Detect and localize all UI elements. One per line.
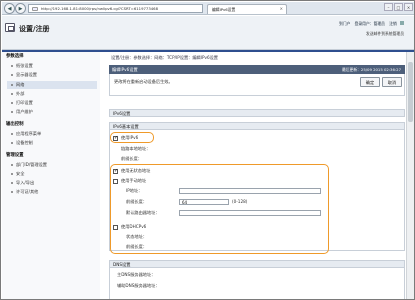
scrollbar-thumb[interactable]	[408, 62, 413, 122]
sidebar-section-management: 管理设置	[6, 153, 24, 158]
dns-secondary-label: 辅助DNS服务器地址：	[117, 283, 160, 288]
sidebar: 参数选择 纸张设置 显示器设置 网络 外部 打印设置 用户维护 输出控制 应用程…	[2, 52, 100, 299]
minimize-button[interactable]: –	[384, 3, 393, 11]
highlight-use-ipv6	[110, 132, 154, 143]
close-tab-icon[interactable]: ×	[280, 7, 283, 11]
sidebar-item-print[interactable]: 打印设置	[11, 100, 33, 105]
mail-admin-link[interactable]: 发送邮件到系统管理员	[366, 32, 404, 36]
address-bar[interactable]: http://192.168.1.81:8000/rps/nwlipv6.cgi…	[28, 4, 203, 13]
highlight-address-options	[110, 164, 329, 254]
top-links: 到门户 登录用户：管理员 注销	[336, 21, 404, 26]
back-button[interactable]: ◀	[4, 3, 15, 14]
tab-title: 编辑IPv6设置	[212, 7, 236, 12]
panel-title: 编辑IPv6设置	[112, 66, 138, 72]
last-updated: 最后更新：25/09 2015 02:36:27	[341, 66, 401, 72]
ok-button[interactable]: 确定	[360, 77, 380, 87]
link-local-prefix-label: 前缀长度：	[121, 156, 142, 161]
sidebar-item-device-control[interactable]: 设备控制	[11, 140, 33, 145]
ipv6-basic-heading: IPv6基本设置	[109, 122, 405, 130]
app-logo-icon	[5, 23, 15, 32]
browser-window: ◀ ▶ http://192.168.1.81:8000/rps/nwlipv6…	[0, 0, 415, 300]
sidebar-section-output: 输出控制	[6, 122, 24, 127]
lock-icon	[400, 21, 404, 25]
dns-settings-heading: DNS设置	[109, 260, 405, 268]
maximize-button[interactable]: □	[394, 3, 403, 11]
portal-link[interactable]: 到门户	[339, 21, 350, 26]
sidebar-item-department-id[interactable]: 部门ID/管理设置	[11, 162, 47, 167]
sidebar-item-security[interactable]: 安全	[11, 171, 24, 176]
page-scrollbar[interactable]	[406, 52, 414, 299]
cancel-button[interactable]: 取消	[382, 77, 402, 87]
panel-description-box: 更改将在重新启动设备后生效。 确定 取消	[109, 74, 405, 96]
page-icon	[32, 7, 38, 11]
forward-button[interactable]: ▶	[15, 3, 26, 14]
sidebar-item-app-menu[interactable]: 应用程序菜单	[11, 131, 41, 136]
app-title: 设置/注册	[19, 25, 50, 33]
address-text: http://192.168.1.81:8000/rps/nwlipv6.cgi…	[41, 6, 158, 11]
sidebar-item-license[interactable]: 许可证/其他	[11, 189, 38, 194]
sidebar-item-external[interactable]: 外部	[11, 91, 24, 96]
forward-arrow-icon: ▶	[18, 6, 23, 12]
panel-description: 更改将在重新启动设备后生效。	[114, 79, 173, 84]
sidebar-section-preferences: 参数选择	[6, 54, 24, 59]
sidebar-item-import-export[interactable]: 导入/导出	[11, 180, 34, 185]
logout-link[interactable]: 注销	[389, 21, 397, 26]
breadcrumb: 设置/注册：参数选择：网络：TCP/IP设置：编辑IPv6设置	[111, 55, 218, 60]
sidebar-item-paper[interactable]: 纸张设置	[11, 63, 33, 68]
sidebar-item-network[interactable]: 网络	[7, 81, 97, 89]
dns-primary-label: 主DNS服务器地址：	[117, 272, 156, 277]
link-local-label: 链路本地地址：	[121, 146, 151, 151]
window-controls: – □ ×	[383, 3, 413, 13]
ipv6-settings-heading: IPv6设置	[109, 109, 405, 117]
back-arrow-icon: ◀	[7, 6, 12, 12]
panel-header: 编辑IPv6设置 最后更新：25/09 2015 02:36:27	[109, 65, 405, 74]
browser-toolbar: ◀ ▶ http://192.168.1.81:8000/rps/nwlipv6…	[2, 2, 414, 15]
login-user-label: 登录用户：管理员	[354, 21, 385, 26]
sidebar-item-display[interactable]: 显示器设置	[11, 72, 37, 77]
browser-tab[interactable]: 编辑IPv6设置 ×	[207, 4, 287, 14]
close-window-button[interactable]: ×	[404, 3, 413, 11]
sidebar-item-user-maintenance[interactable]: 用户维护	[11, 109, 33, 114]
